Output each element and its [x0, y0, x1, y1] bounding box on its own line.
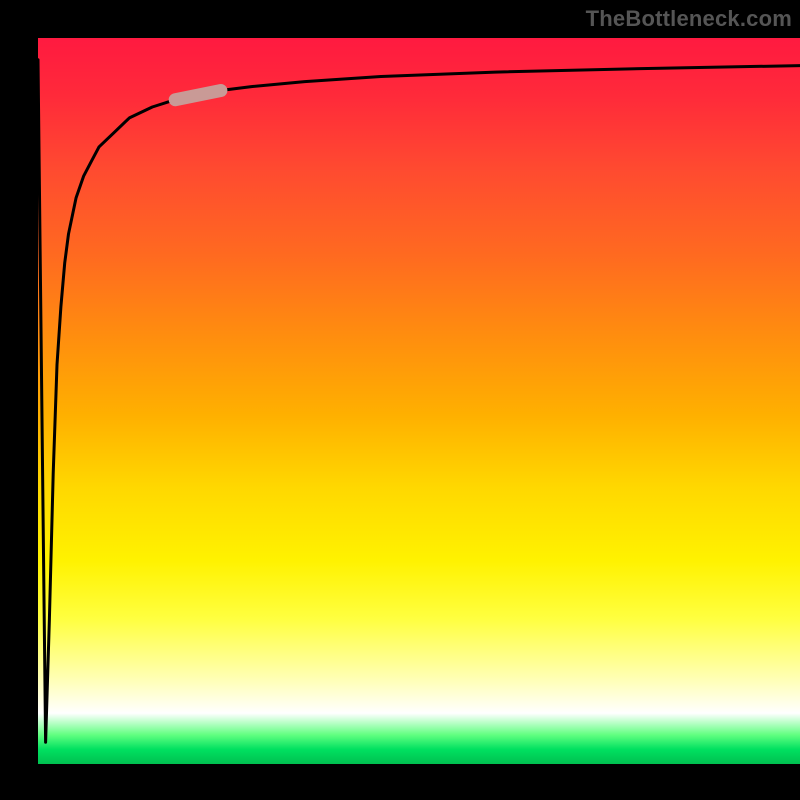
plot-gradient-area — [38, 38, 800, 764]
chart-container: TheBottleneck.com — [0, 0, 800, 800]
watermark-text: TheBottleneck.com — [586, 6, 792, 32]
